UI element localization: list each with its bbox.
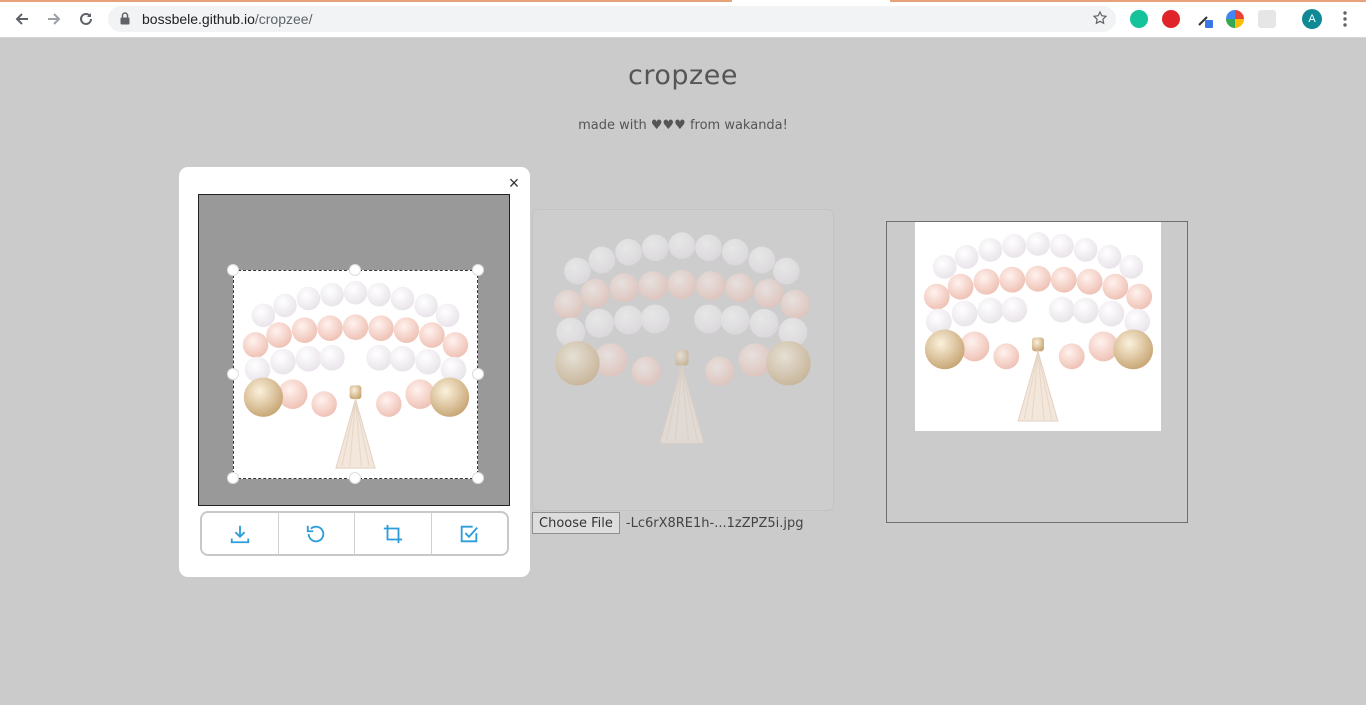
crop-handle-bottom-right[interactable] xyxy=(473,473,483,483)
file-input: Choose File -Lc6rX8RE1h-...1zZPZ5i.jpg xyxy=(532,512,804,534)
lock-icon xyxy=(120,12,130,30)
star-icon[interactable] xyxy=(1092,10,1108,31)
crop-handle-top[interactable] xyxy=(350,265,360,275)
url-host: bossbele.github.io xyxy=(142,11,255,27)
bracelet-image xyxy=(553,231,812,444)
url-text: bossbele.github.io/cropzee/ xyxy=(142,11,312,27)
download-icon xyxy=(230,525,249,543)
source-image-preview[interactable] xyxy=(532,209,834,511)
adblock-icon[interactable] xyxy=(1162,10,1180,28)
crop-button[interactable] xyxy=(355,513,432,554)
crop-handle-right[interactable] xyxy=(473,369,483,379)
rotate-button[interactable] xyxy=(279,513,355,554)
cropped-image xyxy=(915,222,1161,431)
download-button[interactable] xyxy=(202,513,279,554)
crop-modal: × xyxy=(179,167,530,577)
reload-icon[interactable] xyxy=(76,9,96,29)
crop-canvas[interactable] xyxy=(198,194,510,506)
crop-icon xyxy=(383,524,402,543)
eyedropper-icon[interactable] xyxy=(1196,10,1214,28)
chrome-extension-icon[interactable] xyxy=(1226,10,1244,28)
rotate-icon xyxy=(307,525,325,542)
crop-selection[interactable] xyxy=(233,270,478,479)
page-title: cropzee xyxy=(628,60,738,91)
kebab-menu-icon[interactable] xyxy=(1338,9,1352,29)
file-name-text: -Lc6rX8RE1h-...1zZPZ5i.jpg xyxy=(625,515,804,531)
avatar[interactable]: A xyxy=(1302,9,1322,29)
crop-handle-bottom[interactable] xyxy=(350,473,360,483)
page-subtitle: made with ♥♥♥ from wakanda! xyxy=(578,118,788,133)
forward-arrow-icon[interactable] xyxy=(44,9,64,29)
crop-handle-top-right[interactable] xyxy=(473,265,483,275)
crop-toolbar xyxy=(200,511,509,556)
cropped-result-box xyxy=(886,221,1188,523)
crop-handle-top-left[interactable] xyxy=(228,265,238,275)
close-icon[interactable]: × xyxy=(506,174,522,192)
choose-file-button[interactable]: Choose File xyxy=(532,512,620,534)
back-arrow-icon[interactable] xyxy=(12,9,32,29)
address-bar[interactable]: bossbele.github.io/cropzee/ xyxy=(108,6,1116,32)
crop-handle-bottom-left[interactable] xyxy=(228,473,238,483)
puzzle-icon[interactable] xyxy=(1258,10,1276,28)
bracelet-image xyxy=(923,231,1154,422)
grammarly-icon[interactable] xyxy=(1130,10,1148,28)
crop-handle-left[interactable] xyxy=(228,369,238,379)
tab-accent-bar xyxy=(890,0,1366,2)
url-path: /cropzee/ xyxy=(254,11,313,27)
confirm-button[interactable] xyxy=(432,513,508,554)
checkbox-icon xyxy=(461,525,479,542)
browser-toolbar: bossbele.github.io/cropzee/ A xyxy=(0,0,1366,38)
tab-accent-bar xyxy=(0,0,732,2)
bracelet-image xyxy=(242,280,470,469)
